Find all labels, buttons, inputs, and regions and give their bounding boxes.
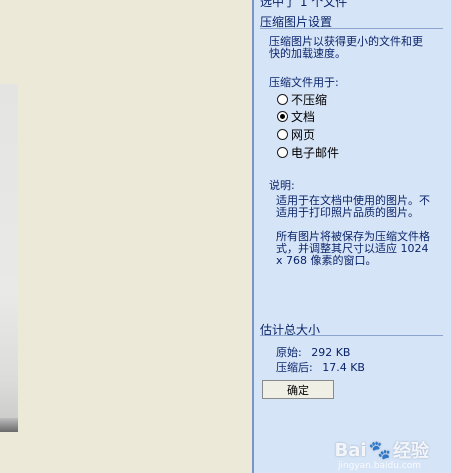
compressed-size-label: 压缩后:: [276, 361, 313, 374]
radio-option-email[interactable]: 电子邮件: [277, 144, 339, 161]
radio-option-no-compress[interactable]: 不压缩: [277, 91, 327, 108]
original-size: 原始: 292 KB: [276, 344, 350, 360]
radio-label: 网页: [291, 128, 316, 142]
usage-label: 压缩文件用于:: [269, 76, 339, 89]
radio-label: 不压缩: [291, 93, 328, 107]
compressed-size-value: 17.4 KB: [322, 361, 365, 374]
radio-option-web[interactable]: 网页: [277, 126, 315, 143]
paw-icon: 🐾: [368, 439, 391, 461]
description-line: 快的加载速度。: [269, 47, 346, 60]
selection-status: 选中了 1 个文件: [260, 0, 348, 9]
baidu-watermark: Bai 🐾 经验: [335, 437, 429, 463]
section-divider: [260, 335, 443, 336]
watermark-sub: jingyan.baidu.com: [337, 461, 421, 471]
compress-pictures-task-pane: 选中了 1 个文件 压缩图片设置 压缩图片以获得更小的文件和更 快的加载速度。 …: [252, 0, 451, 473]
document-image-shadow: [0, 418, 18, 432]
original-size-value: 292 KB: [311, 346, 351, 359]
radio-button-checked[interactable]: [277, 111, 288, 122]
watermark-text: Bai: [334, 439, 367, 461]
explain-label: 说明:: [269, 179, 295, 192]
compressed-size: 压缩后: 17.4 KB: [276, 359, 365, 375]
note-line: x 768 像素的窗口。: [276, 254, 377, 267]
radio-button[interactable]: [277, 147, 288, 158]
radio-option-document[interactable]: 文档: [277, 108, 315, 125]
original-size-label: 原始:: [276, 346, 302, 359]
ok-button[interactable]: 确定: [262, 380, 334, 399]
document-image[interactable]: [0, 84, 18, 432]
radio-button[interactable]: [277, 129, 288, 140]
section-divider: [260, 28, 443, 29]
window: 选中了 1 个文件 压缩图片设置 压缩图片以获得更小的文件和更 快的加载速度。 …: [0, 0, 451, 473]
radio-label: 文档: [291, 110, 316, 124]
explain-line: 适用于打印照片品质的图片。: [276, 206, 419, 219]
watermark-suffix: 经验: [393, 441, 429, 462]
document-canvas: [0, 0, 252, 473]
radio-label: 电子邮件: [291, 146, 340, 160]
radio-button[interactable]: [277, 94, 288, 105]
